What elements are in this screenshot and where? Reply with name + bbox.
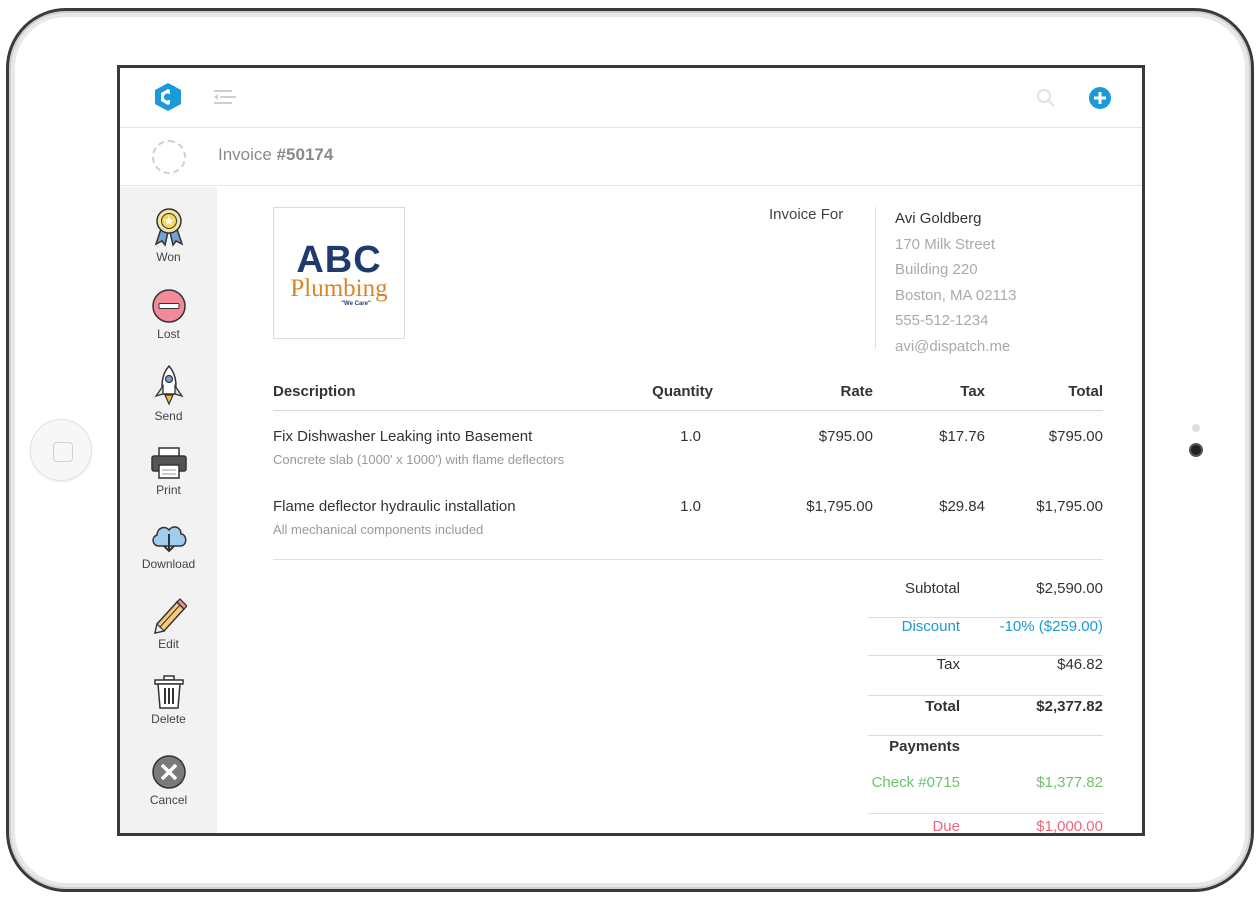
customer-street: 170 Milk Street [895, 235, 996, 253]
due-label: Due [932, 818, 960, 835]
add-icon[interactable] [1088, 86, 1112, 110]
payment-label: Check #0715 [871, 774, 960, 791]
customer-city: Boston, MA 02113 [895, 286, 1017, 304]
award-ribbon-icon [154, 208, 183, 247]
summary-total: Total $2,377.82 [868, 696, 1103, 736]
action-cancel[interactable]: Cancel [120, 754, 217, 807]
item-total: $1,795.00 [1036, 498, 1103, 515]
action-download-label: Download [141, 557, 196, 571]
customer-name: Avi Goldberg [895, 210, 982, 227]
pencil-icon [153, 598, 187, 634]
item-note: All mechanical components included [273, 522, 484, 537]
header-rate: Rate [840, 383, 873, 400]
action-print-label: Print [156, 483, 181, 497]
subtotal-label: Subtotal [904, 580, 960, 597]
subtotal-value: $2,590.00 [1036, 580, 1103, 597]
svg-text:Plumbing: Plumbing [290, 275, 388, 302]
svg-text:"We Care": "We Care" [341, 301, 371, 307]
item-tax: $17.76 [939, 428, 985, 445]
header-quantity: Quantity [652, 383, 713, 400]
title-bar: Invoice #50174 [120, 128, 1142, 186]
item-rate: $795.00 [818, 428, 873, 445]
item-total: $795.00 [1048, 428, 1103, 445]
sensor-dot [1192, 424, 1200, 432]
action-send-label: Send [154, 409, 183, 423]
minus-circle-icon [151, 289, 186, 323]
printer-icon [150, 447, 187, 479]
page-title: Invoice #50174 [218, 145, 334, 164]
summary-payment[interactable]: Check #0715 $1,377.82 [868, 774, 1103, 814]
action-delete[interactable]: Delete [120, 675, 217, 726]
summary-payments: Payments [868, 738, 1103, 776]
action-cancel-label: Cancel [149, 793, 188, 807]
customer-address: Avi Goldberg 170 Milk Street Building 22… [895, 206, 1016, 360]
address-divider [875, 207, 876, 349]
table-row[interactable]: Fix Dishwasher Leaking into Basement Con… [273, 428, 1103, 478]
header-total: Total [1068, 383, 1103, 400]
summary-due: Due $1,000.00 [868, 818, 1103, 835]
due-value: $1,000.00 [1036, 818, 1103, 835]
payments-label: Payments [889, 738, 960, 755]
header-description: Description [273, 383, 356, 400]
table-header: Description Quantity Rate Tax Total [273, 383, 1103, 411]
company-logo: ABC Plumbing "We Care" [273, 207, 405, 339]
close-circle-icon [151, 755, 186, 789]
tax-value: $46.82 [1057, 656, 1103, 673]
action-edit-label: Edit [158, 637, 179, 651]
action-sidebar: Won Lost Send Print Download Edit Delete… [120, 187, 217, 833]
collapse-menu-icon[interactable] [214, 88, 236, 106]
action-won[interactable]: Won [120, 207, 217, 264]
discount-value: -10% ($259.00) [999, 618, 1103, 635]
header-tax: Tax [960, 383, 985, 400]
item-note: Concrete slab (1000' x 1000') with flame… [273, 452, 565, 467]
rocket-icon [153, 364, 184, 406]
action-lost[interactable]: Lost [120, 288, 217, 341]
action-download[interactable]: Download [120, 520, 217, 571]
dispatch-logo-icon[interactable] [154, 82, 182, 112]
item-tax: $29.84 [939, 498, 985, 515]
item-description: Flame deflector hydraulic installation [273, 498, 516, 515]
top-bar [120, 68, 1142, 128]
home-button[interactable] [30, 419, 92, 481]
customer-email[interactable]: avi@dispatch.me [895, 334, 1016, 360]
action-delete-label: Delete [151, 712, 186, 726]
search-icon[interactable] [1036, 88, 1056, 108]
summary-tax: Tax $46.82 [868, 656, 1103, 696]
action-print[interactable]: Print [120, 446, 217, 497]
discount-label: Discount [901, 618, 960, 635]
summary-discount[interactable]: Discount -10% ($259.00) [868, 618, 1103, 656]
app-screen: Invoice #50174 Won Lost Send Print Downl… [117, 65, 1145, 836]
item-rate: $1,795.00 [806, 498, 873, 515]
invoice-for-label: Invoice For [769, 206, 844, 223]
invoice-content: ABC Plumbing "We Care" Invoice For Avi G… [217, 187, 1142, 835]
tax-label: Tax [936, 656, 960, 673]
action-send[interactable]: Send [120, 364, 217, 423]
customer-building: Building 220 [895, 261, 978, 279]
item-quantity: 1.0 [680, 428, 701, 445]
items-divider [273, 559, 1103, 560]
customer-phone[interactable]: 555-512-1234 [895, 308, 1016, 334]
action-edit[interactable]: Edit [120, 596, 217, 651]
action-won-label: Won [156, 250, 181, 264]
trash-icon [153, 675, 184, 709]
cloud-download-icon [151, 526, 186, 553]
item-description: Fix Dishwasher Leaking into Basement [273, 428, 533, 445]
avatar[interactable] [152, 140, 186, 174]
item-quantity: 1.0 [680, 498, 701, 515]
table-row[interactable]: Flame deflector hydraulic installation A… [273, 498, 1103, 548]
action-lost-label: Lost [157, 327, 180, 341]
abc-plumbing-logo: ABC Plumbing "We Care" [290, 239, 388, 307]
payment-value: $1,377.82 [1036, 774, 1103, 791]
camera-icon [1189, 443, 1203, 457]
total-value: $2,377.82 [1036, 698, 1103, 715]
total-label: Total [925, 698, 960, 715]
summary-subtotal: Subtotal $2,590.00 [868, 580, 1103, 618]
